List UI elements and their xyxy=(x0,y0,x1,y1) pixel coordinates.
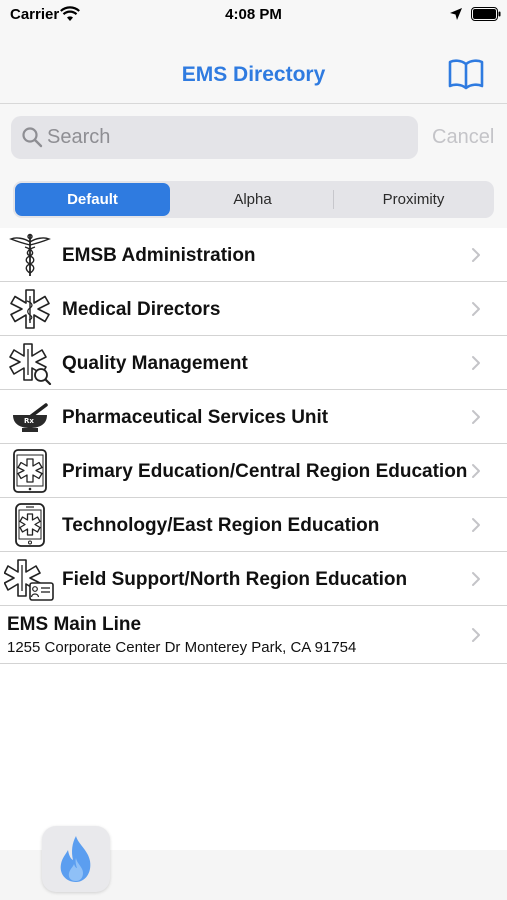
flame-icon xyxy=(60,836,91,882)
star-of-life-icon xyxy=(10,289,50,329)
chevron-right-icon xyxy=(472,248,480,262)
list-item-primary-education[interactable]: Primary Education/Central Region Educati… xyxy=(0,444,507,498)
segment-divider xyxy=(333,190,334,209)
list-item-medical-directors[interactable]: Medical Directors xyxy=(0,282,507,336)
battery-icon xyxy=(471,7,501,21)
list-item-label: Medical Directors xyxy=(62,299,221,320)
cancel-button[interactable]: Cancel xyxy=(432,126,494,149)
location-arrow-icon xyxy=(450,8,462,20)
chevron-right-icon xyxy=(472,572,480,586)
star-of-life-people-icon xyxy=(4,559,54,601)
list-item-label: Pharmaceutical Services Unit xyxy=(62,407,329,428)
svg-text:Rx: Rx xyxy=(24,417,34,425)
main-line-address: 1255 Corporate Center Dr Monterey Park, … xyxy=(7,639,357,656)
segment-default[interactable]: Default xyxy=(15,183,170,216)
list-item-label: Quality Management xyxy=(62,353,248,374)
status-time: 4:08 PM xyxy=(225,6,282,23)
search-input[interactable] xyxy=(47,116,407,159)
phone-star-of-life-icon xyxy=(15,503,45,547)
list-item-emsb-administration[interactable]: EMSB Administration xyxy=(0,228,507,282)
caduceus-icon xyxy=(9,233,51,276)
chevron-right-icon xyxy=(472,518,480,532)
chevron-right-icon xyxy=(472,464,480,478)
list-item-field-support[interactable]: Field Support/North Region Education xyxy=(0,552,507,606)
main-line-title: EMS Main Line xyxy=(7,614,142,635)
search-bar: Cancel xyxy=(0,104,507,172)
mortar-pestle-icon: Rx xyxy=(13,403,48,432)
page-title: EMS Directory xyxy=(181,63,326,86)
list-item-quality-management[interactable]: Quality Management xyxy=(0,336,507,390)
segment-area: Default Alpha Proximity xyxy=(0,172,507,228)
search-field[interactable] xyxy=(11,116,418,159)
star-of-life-magnifier-icon xyxy=(9,343,52,385)
list-item-label: EMSB Administration xyxy=(62,245,256,266)
list-item-pharmaceutical-services[interactable]: Rx Pharmaceutical Services Unit xyxy=(0,390,507,444)
chevron-right-icon xyxy=(472,628,480,642)
list-item-label: Primary Education/Central Region Educati… xyxy=(62,461,468,482)
list-item-technology[interactable]: Technology/East Region Education xyxy=(0,498,507,552)
list-item-label: Technology/East Region Education xyxy=(62,515,380,536)
tablet-star-of-life-icon xyxy=(13,449,47,493)
chevron-right-icon xyxy=(472,302,480,316)
segment-alpha[interactable]: Alpha xyxy=(175,183,330,216)
navigation-bar: EMS Directory xyxy=(0,30,507,104)
book-icon[interactable] xyxy=(448,58,484,90)
search-icon xyxy=(22,127,43,148)
status-bar: Carrier 4:08 PM xyxy=(0,0,507,30)
chevron-right-icon xyxy=(472,410,480,424)
segment-proximity[interactable]: Proximity xyxy=(335,183,492,216)
list-item-ems-main-line[interactable]: EMS Main Line 1255 Corporate Center Dr M… xyxy=(0,606,507,664)
app-badge[interactable] xyxy=(42,826,110,892)
directory-list: EMSB Administration Medical Directors Qu… xyxy=(0,228,507,664)
sort-segmented-control: Default Alpha Proximity xyxy=(13,181,494,218)
list-item-label: Field Support/North Region Education xyxy=(62,569,408,590)
chevron-right-icon xyxy=(472,356,480,370)
